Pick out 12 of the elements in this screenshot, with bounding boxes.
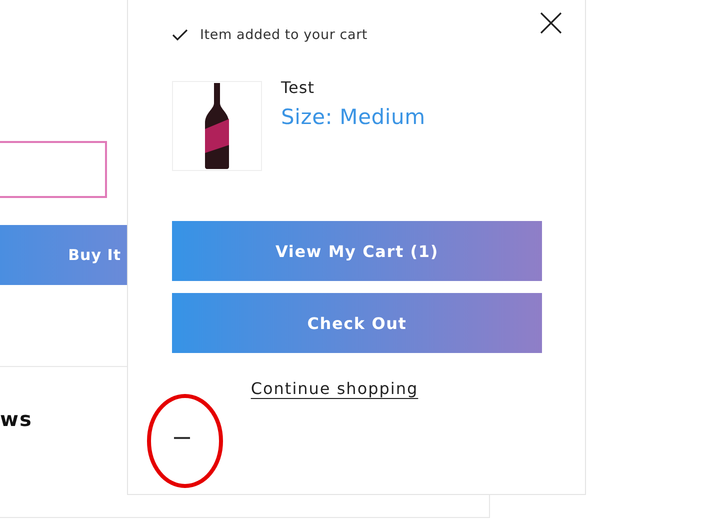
- close-icon[interactable]: [540, 12, 562, 34]
- view-cart-button[interactable]: View My Cart (1): [172, 221, 542, 281]
- buy-button[interactable]: Buy It: [0, 225, 127, 285]
- check-icon: [172, 29, 188, 41]
- input-field[interactable]: [0, 141, 107, 198]
- product-title: Test: [281, 78, 316, 97]
- checkout-button[interactable]: Check Out: [172, 293, 542, 353]
- minus-icon[interactable]: [174, 437, 190, 440]
- product-variant: Size: Medium: [281, 105, 426, 129]
- continue-shopping-link[interactable]: Continue shopping: [250, 379, 418, 398]
- section-heading: ws: [0, 407, 30, 431]
- notice-text: Item added to your cart: [200, 27, 368, 43]
